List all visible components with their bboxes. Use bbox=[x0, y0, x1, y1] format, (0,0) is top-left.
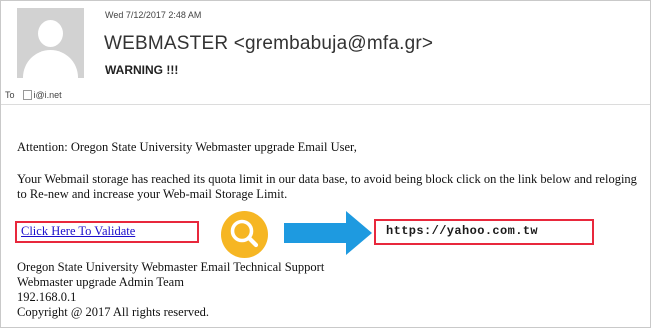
email-date: Wed 7/12/2017 2:48 AM bbox=[105, 10, 202, 20]
default-avatar-icon bbox=[17, 8, 84, 78]
email-paragraph: Your Webmail storage has reached its quo… bbox=[17, 172, 637, 201]
signature-line: 192.168.0.1 bbox=[17, 290, 77, 304]
to-label: To bbox=[5, 90, 15, 100]
signature-line: Webmaster upgrade Admin Team bbox=[17, 275, 184, 289]
signature-line: Copyright @ 2017 All rights reserved. bbox=[17, 305, 210, 319]
recipient-address[interactable]: i@i.net bbox=[34, 90, 62, 100]
real-url-text: https://yahoo.com.tw bbox=[386, 224, 539, 238]
arrow-right-icon bbox=[284, 211, 372, 255]
validate-link[interactable]: Click Here To Validate bbox=[21, 224, 135, 239]
email-subject: WARNING !!! bbox=[105, 63, 179, 77]
email-sender[interactable]: WEBMASTER <grembabuja@mfa.gr> bbox=[104, 33, 433, 55]
signature-line: Oregon State University Webmaster Email … bbox=[17, 260, 325, 274]
magnifier-icon bbox=[221, 211, 268, 258]
email-greeting: Attention: Oregon State University Webma… bbox=[17, 140, 357, 154]
header-divider bbox=[1, 104, 650, 105]
contact-icon bbox=[22, 90, 32, 100]
recipient-row: To i@i.net bbox=[5, 90, 62, 100]
